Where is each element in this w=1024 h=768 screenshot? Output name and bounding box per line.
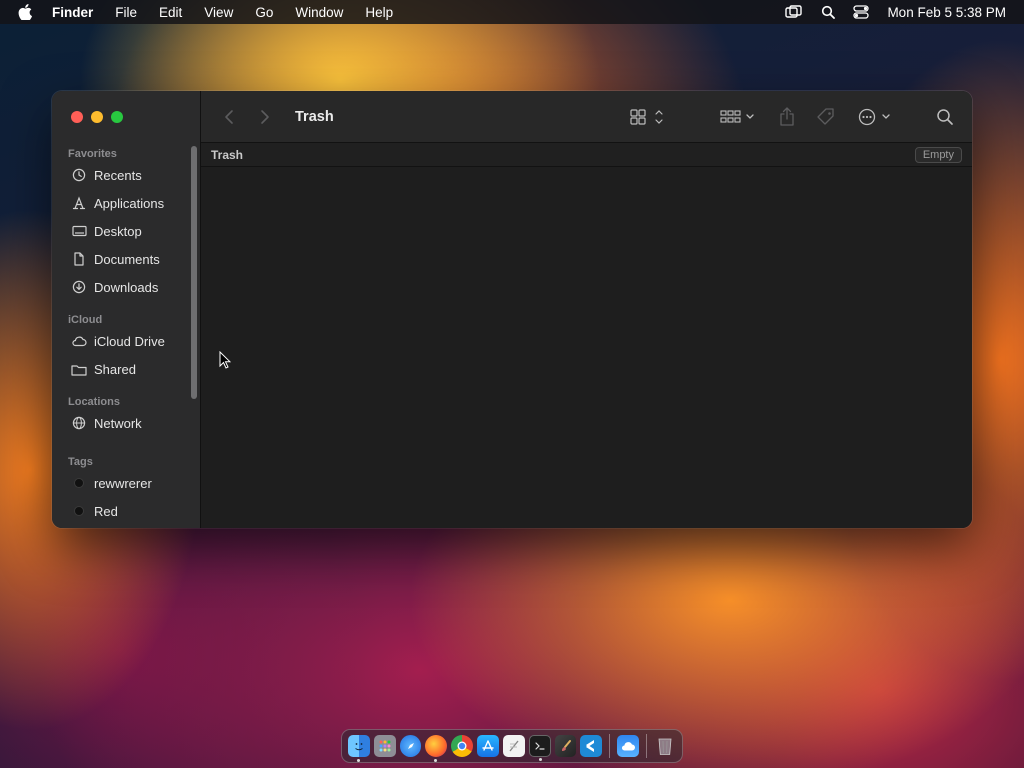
control-center-icon[interactable] (853, 5, 870, 19)
sidebar-list: Favorites Recents Applications Desktop D… (52, 147, 201, 525)
menu-file[interactable]: File (115, 5, 137, 20)
firefox-icon[interactable] (425, 735, 448, 762)
sidebar-section-locations: Locations (68, 396, 120, 408)
toolbar: Trash (201, 91, 972, 143)
sidebar-item-documents[interactable]: Documents (52, 245, 201, 273)
document-icon (71, 251, 87, 267)
trash-header-bar: Trash Empty (201, 143, 972, 167)
share-icon (780, 106, 794, 126)
safari-icon[interactable] (399, 735, 422, 757)
tag-dot-icon (71, 503, 87, 519)
app-store-icon[interactable] (477, 735, 499, 757)
empty-trash-button[interactable]: Empty (914, 146, 962, 163)
zoom-button[interactable] (111, 111, 123, 123)
group-button[interactable] (720, 108, 756, 126)
back-button[interactable] (219, 107, 239, 127)
sidebar-section-favorites: Favorites (68, 148, 117, 160)
terminal-icon[interactable] (528, 735, 551, 761)
sidebar-item-recents[interactable]: Recents (52, 161, 201, 189)
screen-mirroring-icon[interactable] (785, 5, 803, 19)
sidebar-item-label: Applications (94, 195, 165, 211)
menu-go[interactable]: Go (255, 5, 273, 20)
search-button[interactable] (936, 108, 954, 126)
mouse-cursor-icon (219, 350, 232, 374)
clock-icon (71, 167, 87, 183)
window-controls (71, 111, 131, 123)
sidebar-item-label: Recents (94, 167, 142, 183)
share-button[interactable] (778, 106, 796, 127)
tag-icon (817, 107, 834, 125)
sidebar-item-label: Network (94, 415, 142, 431)
sidebar-item-tag-rewwrerer[interactable]: rewwrerer (52, 469, 201, 497)
more-actions-button[interactable] (858, 107, 892, 127)
more-actions-icon (858, 108, 890, 125)
menu-help[interactable]: Help (365, 5, 393, 20)
trash-icon[interactable] (654, 735, 676, 757)
tag-button[interactable] (816, 107, 836, 127)
menubar-clock[interactable]: Mon Feb 5 5:38 PM (887, 5, 1006, 20)
applications-icon (71, 195, 87, 211)
menubar-status-area: Mon Feb 5 5:38 PM (785, 5, 1014, 20)
paintbrush-icon[interactable] (554, 735, 577, 757)
file-list-area[interactable] (201, 168, 972, 528)
download-icon (71, 279, 87, 295)
sidebar-item-applications[interactable]: Applications (52, 189, 201, 217)
dock-separator (609, 734, 611, 758)
sidebar-item-label: Downloads (94, 279, 159, 295)
window-title: Trash (295, 108, 334, 125)
content-area: Trash Trash Empty (201, 91, 972, 528)
sidebar-section-tags: Tags (68, 456, 93, 468)
sidebar-scrollbar[interactable] (191, 146, 197, 399)
sidebar-item-label: Red (94, 503, 118, 519)
shared-folder-icon (71, 361, 87, 377)
finder-window: Favorites Recents Applications Desktop D… (52, 91, 972, 528)
sidebar-item-label: iCloud Drive (94, 333, 165, 349)
menu-app-finder[interactable]: Finder (52, 5, 93, 20)
desktop-icon (71, 223, 87, 239)
forward-icon (261, 109, 269, 124)
trash-label: Trash (211, 147, 244, 162)
chrome-icon[interactable] (451, 735, 474, 757)
icon-view-icon (630, 108, 663, 125)
view-mode-button[interactable] (630, 108, 664, 126)
tag-dot-icon (71, 475, 87, 491)
textedit-icon[interactable] (502, 735, 525, 757)
cloud-icon (71, 333, 87, 349)
sidebar-item-label: Shared (94, 361, 136, 377)
vscode-icon[interactable] (580, 735, 603, 757)
toolbar-actions (630, 106, 972, 127)
launchpad-icon[interactable] (373, 735, 396, 757)
sidebar-section-icloud: iCloud (68, 314, 103, 326)
dock-separator (646, 734, 648, 758)
minimize-button[interactable] (91, 111, 103, 123)
globe-icon (71, 415, 87, 431)
spotlight-search-icon[interactable] (821, 5, 836, 19)
close-button[interactable] (71, 111, 83, 123)
finder-icon[interactable] (348, 735, 370, 762)
group-icon (720, 109, 754, 123)
sidebar-item-tag-red[interactable]: Red (52, 497, 201, 525)
menu-view[interactable]: View (204, 5, 233, 20)
apple-logo-icon[interactable] (18, 4, 34, 20)
weather-icon[interactable] (617, 735, 640, 757)
sidebar-item-network[interactable]: Network (52, 409, 201, 437)
back-icon (225, 109, 233, 124)
sidebar-item-icloud-drive[interactable]: iCloud Drive (52, 327, 201, 355)
menu-bar: Finder File Edit View Go Window Help Mon… (0, 0, 1024, 24)
sidebar: Favorites Recents Applications Desktop D… (52, 91, 201, 528)
search-icon (937, 108, 953, 125)
dock (341, 729, 683, 763)
sidebar-item-downloads[interactable]: Downloads (52, 273, 201, 301)
sidebar-item-label: Desktop (94, 223, 142, 239)
menu-edit[interactable]: Edit (159, 5, 182, 20)
sidebar-item-shared[interactable]: Shared (52, 355, 201, 383)
sidebar-item-label: rewwrerer (94, 475, 152, 491)
forward-button[interactable] (255, 107, 275, 127)
sidebar-item-label: Documents (94, 251, 160, 267)
menu-window[interactable]: Window (295, 5, 343, 20)
sidebar-item-desktop[interactable]: Desktop (52, 217, 201, 245)
